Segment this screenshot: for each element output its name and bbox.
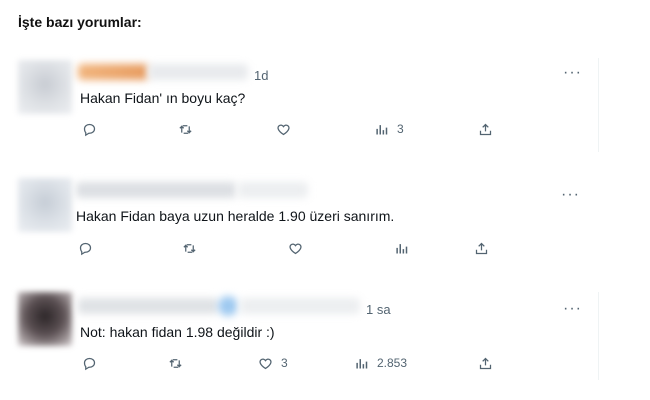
tweet-text: Hakan Fidan' ın boyu kaç?: [80, 90, 246, 106]
tweet-time[interactable]: 1d: [254, 68, 268, 83]
share-icon: [479, 357, 492, 369]
like-button[interactable]: [288, 239, 311, 257]
avatar[interactable]: [18, 178, 72, 232]
retweet-icon: [169, 358, 182, 368]
retweet-button[interactable]: [182, 239, 205, 257]
retweet-icon: [179, 124, 192, 134]
author-handle-blurred: [148, 64, 248, 80]
reply-icon: [83, 123, 96, 136]
views-icon: [356, 358, 368, 368]
page-heading: İşte bazı yorumlar:: [18, 14, 142, 30]
tweet-actions: 3 2.853: [82, 354, 502, 372]
tweet-text: Not: hakan fidan 1.98 değildir :): [80, 324, 275, 340]
retweet-button[interactable]: [168, 354, 191, 372]
reply-button[interactable]: [82, 354, 105, 372]
author-name-blurred[interactable]: [78, 298, 218, 314]
retweet-icon: [183, 243, 196, 253]
heart-icon: [277, 123, 290, 135]
avatar[interactable]: [18, 60, 72, 114]
views-icon: [396, 243, 408, 253]
tweet-1[interactable]: 1d Hakan Fidan' ın boyu kaç? ··· 3: [18, 58, 599, 158]
share-icon: [475, 242, 488, 254]
share-button[interactable]: [478, 354, 493, 372]
author-handle-blurred: [238, 182, 308, 198]
like-button[interactable]: 3: [258, 354, 288, 372]
verified-badge-blurred: [218, 296, 238, 316]
views-icon: [376, 124, 388, 134]
views-count: 2.853: [377, 356, 408, 370]
tweet-actions: [78, 239, 498, 257]
tweet-2[interactable]: Hakan Fidan baya uzun heralde 1.90 üzeri…: [18, 176, 598, 276]
reply-button[interactable]: [78, 239, 101, 257]
views-count: 3: [397, 122, 404, 136]
views-button[interactable]: 2.853: [354, 354, 407, 372]
share-button[interactable]: [478, 120, 493, 138]
heart-icon: [289, 242, 302, 254]
retweet-button[interactable]: [178, 120, 201, 138]
reply-icon: [79, 242, 92, 255]
tweet-3[interactable]: 1 sa Not: hakan fidan 1.98 değildir :) ·…: [18, 292, 599, 392]
share-button[interactable]: [474, 239, 489, 257]
heart-icon: [259, 357, 272, 369]
more-icon[interactable]: ···: [563, 65, 582, 81]
reply-icon: [83, 357, 96, 370]
share-icon: [479, 123, 492, 135]
tweet-actions: 3: [82, 120, 502, 138]
views-button[interactable]: 3: [374, 120, 404, 138]
like-count: 3: [281, 356, 288, 370]
tweet-text: Hakan Fidan baya uzun heralde 1.90 üzeri…: [76, 208, 395, 224]
tweet-time[interactable]: 1 sa: [366, 302, 391, 317]
more-icon[interactable]: ···: [563, 301, 582, 317]
tweet-divider: [598, 292, 599, 380]
author-name-blurred[interactable]: [78, 64, 148, 80]
reply-button[interactable]: [82, 120, 105, 138]
like-button[interactable]: [276, 120, 299, 138]
author-name-blurred[interactable]: [76, 182, 236, 198]
author-handle-blurred: [240, 298, 360, 314]
views-button[interactable]: [394, 239, 417, 257]
more-icon[interactable]: ···: [561, 187, 580, 203]
tweet-divider: [598, 58, 599, 152]
avatar[interactable]: [18, 292, 72, 346]
